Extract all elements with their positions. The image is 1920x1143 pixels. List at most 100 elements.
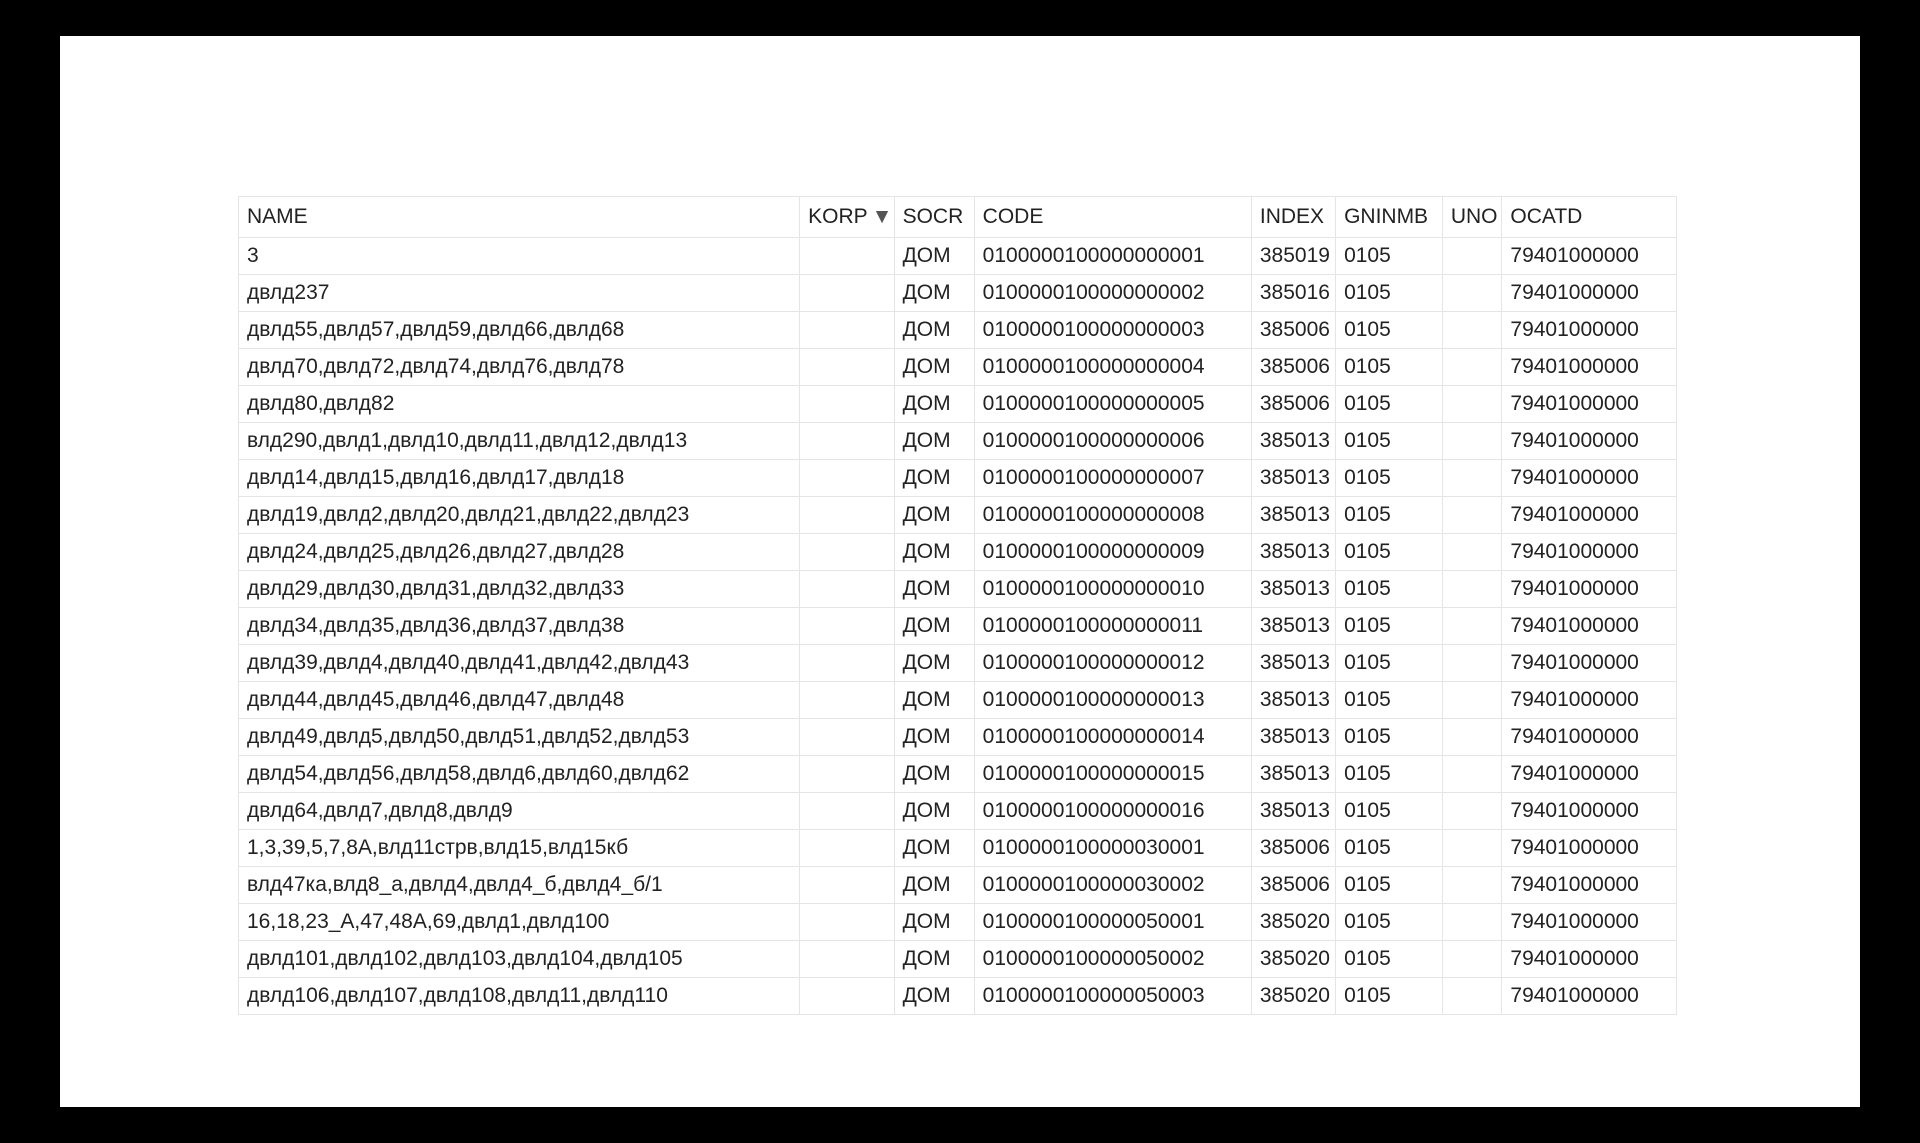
cell-korp <box>800 682 894 719</box>
cell-code: 0100000100000000006 <box>974 423 1251 460</box>
cell-ocatd: 79401000000 <box>1502 608 1677 645</box>
cell-socr: ДОМ <box>894 312 974 349</box>
cell-ocatd: 79401000000 <box>1502 423 1677 460</box>
cell-socr: ДОМ <box>894 645 974 682</box>
cell-gninmb: 0105 <box>1336 941 1443 978</box>
table-row[interactable]: двлд24,двлд25,двлд26,двлд27,двлд28ДОМ010… <box>239 534 1677 571</box>
cell-name: двлд34,двлд35,двлд36,двлд37,двлд38 <box>239 608 800 645</box>
cell-code: 0100000100000030002 <box>974 867 1251 904</box>
table-row[interactable]: 1,3,39,5,7,8А,влд11стрв,влд15,влд15кбДОМ… <box>239 830 1677 867</box>
cell-index: 385006 <box>1251 386 1335 423</box>
table-row[interactable]: 3ДОМ010000010000000000138501901057940100… <box>239 238 1677 275</box>
cell-socr: ДОМ <box>894 978 974 1015</box>
cell-korp <box>800 608 894 645</box>
cell-korp <box>800 460 894 497</box>
cell-uno <box>1442 867 1502 904</box>
cell-name: влд290,двлд1,двлд10,двлд11,двлд12,двлд13 <box>239 423 800 460</box>
cell-gninmb: 0105 <box>1336 349 1443 386</box>
table-row[interactable]: двлд14,двлд15,двлд16,двлд17,двлд18ДОМ010… <box>239 460 1677 497</box>
column-header-socr[interactable]: SOCR <box>894 197 974 238</box>
cell-name: двлд19,двлд2,двлд20,двлд21,двлд22,двлд23 <box>239 497 800 534</box>
cell-code: 0100000100000000008 <box>974 497 1251 534</box>
column-header-uno[interactable]: UNO <box>1442 197 1502 238</box>
page-frame: NAME KORP▼ SOCR CODE INDEX GNINMB UNO OC… <box>60 36 1860 1107</box>
table-row[interactable]: двлд237ДОМ010000010000000000238501601057… <box>239 275 1677 312</box>
table-row[interactable]: двлд19,двлд2,двлд20,двлд21,двлд22,двлд23… <box>239 497 1677 534</box>
cell-korp <box>800 238 894 275</box>
table-row[interactable]: двлд70,двлд72,двлд74,двлд76,двлд78ДОМ010… <box>239 349 1677 386</box>
column-header-ocatd[interactable]: OCATD <box>1502 197 1677 238</box>
table-row[interactable]: двлд39,двлд4,двлд40,двлд41,двлд42,двлд43… <box>239 645 1677 682</box>
cell-code: 0100000100000000012 <box>974 645 1251 682</box>
cell-korp <box>800 312 894 349</box>
table-row[interactable]: двлд44,двлд45,двлд46,двлд47,двлд48ДОМ010… <box>239 682 1677 719</box>
table-row[interactable]: влд290,двлд1,двлд10,двлд11,двлд12,двлд13… <box>239 423 1677 460</box>
cell-gninmb: 0105 <box>1336 312 1443 349</box>
table-row[interactable]: 16,18,23_А,47,48А,69,двлд1,двлд100ДОМ010… <box>239 904 1677 941</box>
cell-uno <box>1442 941 1502 978</box>
cell-korp <box>800 867 894 904</box>
cell-uno <box>1442 645 1502 682</box>
column-header-index[interactable]: INDEX <box>1251 197 1335 238</box>
cell-index: 385013 <box>1251 793 1335 830</box>
cell-ocatd: 79401000000 <box>1502 497 1677 534</box>
table-row[interactable]: двлд106,двлд107,двлд108,двлд11,двлд110ДО… <box>239 978 1677 1015</box>
cell-ocatd: 79401000000 <box>1502 275 1677 312</box>
table-row[interactable]: двлд49,двлд5,двлд50,двлд51,двлд52,двлд53… <box>239 719 1677 756</box>
table-row[interactable]: влд47ка,влд8_а,двлд4,двлд4_б,двлд4_б/1ДО… <box>239 867 1677 904</box>
table-row[interactable]: двлд80,двлд82ДОМ010000010000000000538500… <box>239 386 1677 423</box>
cell-index: 385020 <box>1251 941 1335 978</box>
table-row[interactable]: двлд101,двлд102,двлд103,двлд104,двлд105Д… <box>239 941 1677 978</box>
cell-ocatd: 79401000000 <box>1502 719 1677 756</box>
cell-uno <box>1442 534 1502 571</box>
cell-gninmb: 0105 <box>1336 571 1443 608</box>
cell-gninmb: 0105 <box>1336 793 1443 830</box>
cell-uno <box>1442 386 1502 423</box>
cell-index: 385013 <box>1251 460 1335 497</box>
cell-ocatd: 79401000000 <box>1502 349 1677 386</box>
cell-name: двлд55,двлд57,двлд59,двлд66,двлд68 <box>239 312 800 349</box>
cell-gninmb: 0105 <box>1336 719 1443 756</box>
cell-name: двлд70,двлд72,двлд74,двлд76,двлд78 <box>239 349 800 386</box>
cell-gninmb: 0105 <box>1336 608 1443 645</box>
cell-korp <box>800 497 894 534</box>
cell-code: 0100000100000050003 <box>974 978 1251 1015</box>
cell-code: 0100000100000000005 <box>974 386 1251 423</box>
cell-socr: ДОМ <box>894 682 974 719</box>
cell-code: 0100000100000000014 <box>974 719 1251 756</box>
table-row[interactable]: двлд64,двлд7,двлд8,двлд9ДОМ0100000100000… <box>239 793 1677 830</box>
table-row[interactable]: двлд34,двлд35,двлд36,двлд37,двлд38 ДОМ 010… <box>239 608 1677 645</box>
column-header-korp[interactable]: KORP▼ <box>800 197 894 238</box>
sort-desc-icon: ▼ <box>872 203 893 231</box>
cell-socr: ДОМ <box>894 941 974 978</box>
cell-index: 385019 <box>1251 238 1335 275</box>
cell-uno <box>1442 571 1502 608</box>
column-header-name[interactable]: NAME <box>239 197 800 238</box>
cell-code: 0100000100000000001 <box>974 238 1251 275</box>
cell-korp <box>800 978 894 1015</box>
cell-index: 385020 <box>1251 904 1335 941</box>
cell-index: 385006 <box>1251 312 1335 349</box>
cell-korp <box>800 386 894 423</box>
cell-index: 385013 <box>1251 645 1335 682</box>
cell-index: 385013 <box>1251 423 1335 460</box>
cell-index: 385006 <box>1251 867 1335 904</box>
cell-korp <box>800 571 894 608</box>
cell-korp <box>800 756 894 793</box>
table-row[interactable]: двлд29,двлд30,двлд31,двлд32,двлд33ДОМ010… <box>239 571 1677 608</box>
cell-ocatd: 79401000000 <box>1502 534 1677 571</box>
cell-uno <box>1442 793 1502 830</box>
table-row[interactable]: двлд55,двлд57,двлд59,двлд66,двлд68 ДОМ 010… <box>239 312 1677 349</box>
cell-uno <box>1442 312 1502 349</box>
table-row[interactable]: двлд54,двлд56,двлд58,двлд6,двлд60,двлд62… <box>239 756 1677 793</box>
cell-socr: ДОМ <box>894 608 974 645</box>
cell-name: двлд29,двлд30,двлд31,двлд32,двлд33 <box>239 571 800 608</box>
cell-gninmb: 0105 <box>1336 460 1443 497</box>
cell-uno <box>1442 830 1502 867</box>
cell-korp <box>800 423 894 460</box>
column-header-code[interactable]: CODE <box>974 197 1251 238</box>
cell-code: 0100000100000000002 <box>974 275 1251 312</box>
cell-name: двлд64,двлд7,двлд8,двлд9 <box>239 793 800 830</box>
cell-name: двлд24,двлд25,двлд26,двлд27,двлд28 <box>239 534 800 571</box>
column-header-gninmb[interactable]: GNINMB <box>1336 197 1443 238</box>
